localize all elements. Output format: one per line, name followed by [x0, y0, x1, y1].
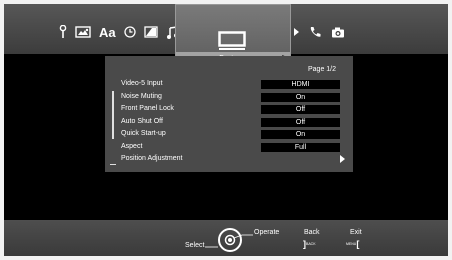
setting-label: Aspect [121, 142, 143, 150]
monitor-icon [218, 31, 246, 50]
phone-icon[interactable] [309, 24, 321, 40]
flag-icon[interactable] [143, 24, 158, 40]
setting-value[interactable]: Off [261, 117, 340, 127]
hint-exit: Exit [350, 229, 362, 236]
setting-label: Quick Start-up [121, 130, 166, 137]
setting-row-position-adjustment[interactable]: Position Adjustment [121, 154, 347, 164]
back-key-badge: ]BACK [303, 239, 316, 249]
back-key-label: BACK [306, 241, 316, 246]
picture-icon[interactable] [75, 24, 91, 40]
submenu-arrow-icon[interactable] [340, 155, 345, 163]
hint-back: Back [304, 229, 320, 236]
setting-label: Position Adjustment [121, 155, 183, 162]
setting-value[interactable]: On [261, 92, 340, 102]
hint-connector-lines [205, 234, 253, 248]
setting-row-aspect[interactable]: Aspect Full [121, 142, 347, 152]
setting-label: Auto Shut Off [121, 117, 163, 125]
setting-value[interactable]: On [261, 130, 340, 139]
clock-icon[interactable] [123, 24, 136, 40]
camera-icon[interactable] [331, 24, 345, 40]
setting-label: Front Panel Lock [121, 105, 174, 112]
setting-label: Noise Muting [121, 92, 162, 100]
setting-label: Video-5 Input [121, 80, 163, 87]
wrench-icon[interactable] [59, 24, 67, 40]
setting-row-video5-input[interactable]: Video-5 Input HDMI [121, 79, 347, 89]
menu-key-badge: MENU[ [346, 239, 359, 249]
setting-row-quick-start-up[interactable]: Quick Start-up On [121, 129, 347, 139]
category-icons-left: Aa [59, 24, 191, 40]
menu-key-label: MENU [346, 241, 357, 246]
hint-operate: Operate [254, 229, 280, 236]
scrollbar-end [110, 164, 116, 165]
text-icon[interactable]: Aa [99, 24, 116, 40]
setting-value[interactable]: HDMI [261, 80, 340, 89]
setting-value[interactable]: Full [261, 142, 340, 152]
hint-select: Select [185, 242, 205, 249]
scrollbar[interactable] [112, 91, 114, 139]
setting-row-noise-muting[interactable]: Noise Muting On [121, 92, 347, 102]
right-arrow-icon[interactable] [294, 24, 299, 40]
page-indicator: Page 1/2 [308, 66, 337, 73]
setting-row-auto-shut-off[interactable]: Auto Shut Off Off [121, 117, 347, 127]
category-icons-right [294, 24, 345, 40]
setting-row-front-panel-lock[interactable]: Front Panel Lock Off [121, 104, 347, 114]
setting-value[interactable]: Off [261, 105, 340, 114]
menu-key-bracket: [ [356, 239, 360, 249]
tv-screen: Aa Feat [4, 4, 448, 256]
